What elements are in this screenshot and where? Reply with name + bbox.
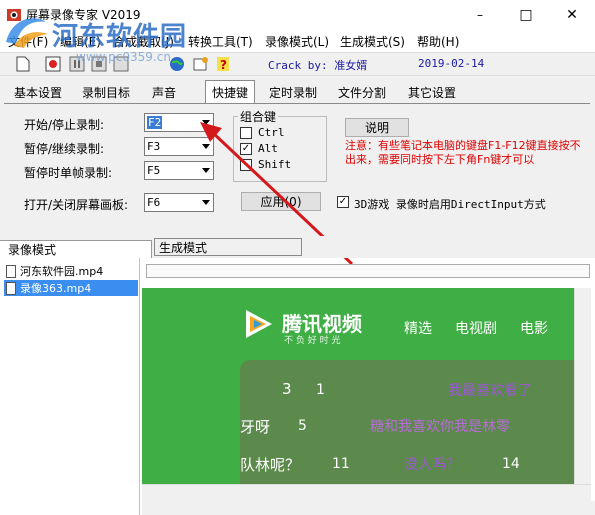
tab-basic[interactable]: 基本设置 [8,82,69,103]
danmaku-count: 3 [282,380,292,398]
list-item[interactable]: 录像363.mp4 [4,280,138,296]
maximize-button[interactable]: □ [503,0,549,30]
watermark-logo-icon [2,12,50,52]
menu-gen-mode[interactable]: 生成模式(S) [340,33,405,50]
preview-slogan: 不 负 好 时 光 [284,336,341,346]
file-icon [6,281,16,295]
single-frame-label: 暂停时单帧录制: [24,166,113,180]
tab-timer[interactable]: 定时录制 [263,82,324,103]
tab-gen-mode[interactable]: 生成模式 [154,238,302,256]
menu-help[interactable]: 帮助(H) [417,33,459,50]
tab-sound[interactable]: 声音 [146,82,183,103]
menu-record-mode[interactable]: 录像模式(L) [265,33,329,50]
tab-divider [4,103,590,104]
file-name: 录像363.mp4 [20,282,92,295]
tab-split[interactable]: 文件分割 [332,82,393,103]
crack-label: Crack by: 准女婿 [268,59,368,72]
watermark-url: www.pc0359.cn [76,50,171,64]
tab-other[interactable]: 其它设置 [402,82,463,103]
start-stop-label: 开始/停止录制: [24,118,105,132]
danmaku-bubble: 没人吗？ [404,457,460,473]
close-button[interactable]: ✕ [549,0,595,30]
preview-nav-item: 电视剧 [455,321,497,337]
close-icon: ✕ [566,7,578,23]
preview-nav-item: 电影 [520,321,548,337]
minimize-icon: – [477,8,483,22]
record-icon[interactable] [44,55,62,73]
danmaku-count: 队林呢？ [240,456,301,474]
list-item[interactable]: 河东软件园.mp4 [4,263,138,279]
status-strip [142,501,595,515]
directinput-label: 3D游戏 录像时启用DirectInput方式 [354,198,546,211]
vertical-scrollbar[interactable] [574,288,591,484]
preview-nav-item: 精选 [404,321,432,337]
draw-board-label: 打开/关闭屏幕画板: [24,198,129,212]
danmaku-bubble: 我最喜欢看了 [448,383,532,399]
tab-record-mode[interactable]: 录像模式 [0,240,152,258]
danmaku-count: 牙呀 [240,418,271,436]
start-stop-value: F2 [147,116,163,129]
danmaku-likes: 11 [332,456,350,472]
tab-target[interactable]: 录制目标 [76,82,137,103]
video-preview: 腾讯视频 不 负 好 时 光 精选 电视剧 电影 3 1 我最喜欢看了 牙呀 5… [142,288,574,484]
danmaku-likes: 5 [298,418,307,434]
danmaku-likes: 1 [316,382,325,398]
minimize-button[interactable]: – [457,0,503,30]
fn-key-note: 注意：有些笔记本电脑的键盘F1-F12键直接按不出来，需要同时按下左下角Fn键才… [345,139,581,166]
help-icon[interactable]: ? [214,55,232,73]
new-file-icon[interactable] [14,55,32,73]
tab-hotkeys[interactable]: 快捷键 [205,80,256,104]
pause-label: 暂停/继续录制: [24,142,105,156]
danmaku-bubble: 糖和我喜欢你我是林零 [370,419,510,435]
file-list: 河东软件园.mp4 录像363.mp4 [0,258,140,515]
watermark-text: 河东软件园 [52,22,188,52]
horizontal-scrollbar[interactable] [142,484,591,501]
file-name: 河东软件园.mp4 [20,265,104,278]
date-label: 2019-02-14 [418,57,485,70]
convert-icon[interactable] [192,55,210,73]
timeline-slider[interactable] [146,264,590,278]
danmaku-likes: 14 [502,456,520,472]
file-icon [6,264,16,278]
svg-text:?: ? [220,58,227,72]
maximize-icon: □ [519,7,533,23]
tencent-video-logo-icon [246,310,272,338]
menu-convert[interactable]: 转换工具(T) [188,33,253,50]
